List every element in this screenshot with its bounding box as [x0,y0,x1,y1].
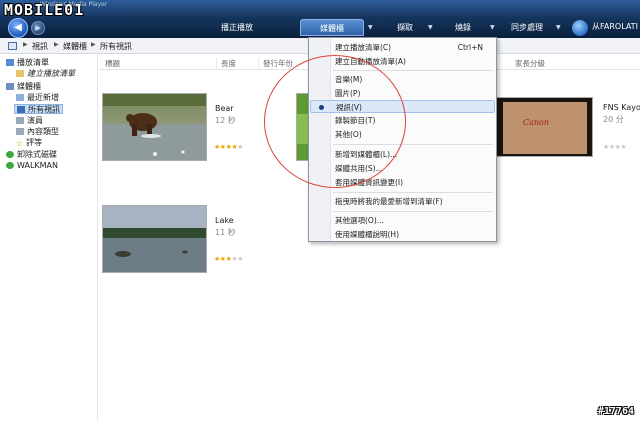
video-library-icon [8,42,17,50]
user-avatar[interactable] [572,20,588,36]
star-icon: ☆ [16,139,24,148]
playlist-icon [6,59,14,66]
breadcrumb-library[interactable]: 媒體櫃 [63,41,87,52]
sidebar-item-library[interactable]: 媒體櫃 [6,82,41,92]
canon-logo: Canon [523,118,550,127]
back-button[interactable]: ◀ [8,18,28,38]
breadcrumb-all-videos[interactable]: 所有視訊 [100,41,132,52]
video-length-lake: 11 秒 [215,228,236,237]
video-title-fns-kayou[interactable]: FNS Kayou [603,103,640,112]
canon-ad-image [497,98,592,156]
sidebar-item-all-videos[interactable]: 所有視訊 [14,104,63,114]
tab-now-playing[interactable]: 播正播放 [212,19,262,36]
shortcut-label: Ctrl+N [457,43,483,52]
sidebar-item-actors[interactable]: 演員 [16,116,43,126]
forward-button[interactable]: ▶ [31,21,45,35]
menu-item-create-playlist[interactable]: 建立播放清單(C) Ctrl+N [310,41,495,54]
new-playlist-icon [16,70,24,77]
walkman-icon [6,162,14,169]
user-name[interactable]: 从FAROLATI [592,21,638,32]
video-title-bear[interactable]: Bear [215,104,234,113]
menu-separator [333,192,493,193]
star-icon[interactable]: ★ [237,143,243,151]
bear-image [103,94,206,160]
arrow-left-icon: ◀ [14,22,22,33]
rating-stars-lake[interactable]: ★★★★★ [214,255,243,263]
star-icon[interactable]: ★ [620,143,626,151]
chevron-right-icon: ▶ [54,41,59,48]
column-parental-rating[interactable]: 家長分級 [511,58,571,69]
video-length-bear: 12 秒 [215,116,236,125]
menu-item-add-favorites-on-drag[interactable]: 拖曳時將我的最愛新增到清單(F) [310,195,495,208]
recent-icon [16,94,24,101]
column-length[interactable]: 長度 [217,58,259,69]
sidebar-item-rating[interactable]: ☆ 評等 [16,138,42,148]
actor-icon [16,117,24,124]
column-title[interactable]: 標題 [101,58,217,69]
menu-item-library-help[interactable]: 使用媒體櫃說明(H) [310,228,495,241]
genre-icon [16,128,24,135]
app-title: Windows Media Player [40,1,108,8]
removable-drive-icon [6,151,14,158]
rating-stars-fns-kayou[interactable]: ★★★★ [603,143,627,151]
sidebar-item-removable-drive[interactable]: 卸除式磁碟 [6,150,57,160]
sidebar-item-walkman[interactable]: WALKMAN [6,161,58,171]
video-thumbnail-lake[interactable] [102,205,207,273]
annotation-circle [264,55,406,188]
video-thumbnail-fns-kayou[interactable]: Canon [497,97,593,157]
tab-burn[interactable]: 燒錄 [446,19,480,36]
star-icon[interactable]: ★ [237,255,243,263]
sidebar: 播放清單 建立播放清單 媒體櫃 最近新增 所有視訊 演員 內容類型 ☆ 評等 卸除… [0,54,98,421]
chevron-down-icon[interactable]: ▼ [428,24,433,31]
lake-image [103,206,206,272]
breadcrumb-video[interactable]: 視訊 [32,41,48,52]
sidebar-item-playlists[interactable]: 播放清單 [6,58,49,68]
chevron-down-icon[interactable]: ▼ [556,24,561,31]
sidebar-item-genre[interactable]: 內容類型 [16,127,59,137]
rating-stars-bear[interactable]: ★★★★★ [214,143,243,151]
tab-library[interactable]: 媒體櫃 [300,19,364,36]
video-title-lake[interactable]: Lake [215,216,234,225]
chevron-right-icon: ▶ [91,41,96,48]
sidebar-item-recent[interactable]: 最近新增 [16,93,59,103]
video-thumbnail-bear[interactable] [102,93,207,161]
library-icon [6,83,14,90]
top-bar: MOBILE01 Windows Media Player ◀ ▶ 播正播放 媒… [0,0,640,38]
chevron-down-icon[interactable]: ▼ [490,24,495,31]
tab-rip[interactable]: 擷取 [388,19,422,36]
sidebar-item-create-playlist[interactable]: 建立播放清單 [16,69,75,79]
chevron-down-icon[interactable]: ▼ [368,24,373,31]
menu-item-more-options[interactable]: 其他選項(O)... [310,214,495,227]
arrow-right-icon: ▶ [35,24,41,32]
menu-separator [333,211,493,212]
chevron-right-icon: ▶ [23,41,28,48]
tab-sync[interactable]: 同步處理 [503,19,551,36]
video-icon [17,106,25,113]
watermark: #17764 [597,406,634,417]
video-length-fns-kayou: 20 分 [603,115,624,124]
